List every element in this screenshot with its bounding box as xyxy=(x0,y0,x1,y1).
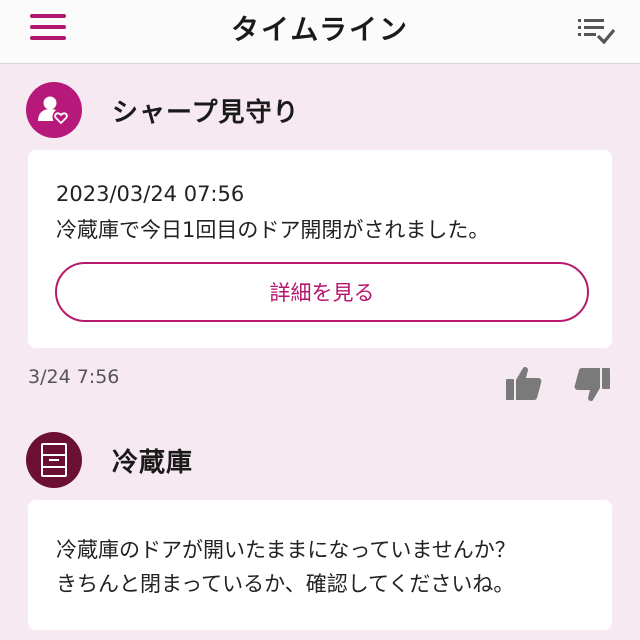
page-title: タイムライン xyxy=(230,13,410,46)
notification-message-line: きちんと閉まっているか、確認してくださいね。 xyxy=(56,572,515,596)
checklist-icon[interactable] xyxy=(574,12,618,48)
notification-message-line: 冷蔵庫のドアが開いたままになっていませんか？ xyxy=(56,538,516,562)
notification-datetime: 2023/03/24 07:56 xyxy=(56,182,245,206)
refrigerator-icon xyxy=(26,432,82,488)
source-name: シャープ見守り xyxy=(112,98,300,128)
post-timestamp: 3/24 7:56 xyxy=(28,366,120,388)
thumbs-down-icon[interactable] xyxy=(572,364,612,404)
notification-card: 2023/03/24 07:56 冷蔵庫で今日1回目のドア開閉がされました。 詳… xyxy=(28,150,612,348)
person-heart-icon xyxy=(26,82,82,138)
thumbs-up-icon[interactable] xyxy=(504,364,544,404)
notification-card: 冷蔵庫のドアが開いたままになっていませんか？ きちんと閉まっているか、確認してく… xyxy=(28,500,612,630)
view-details-button[interactable]: 詳細を見る xyxy=(55,262,589,322)
notification-message: 冷蔵庫で今日1回目のドア開閉がされました。 xyxy=(56,218,490,242)
timeline-source-header: 冷蔵庫 xyxy=(26,432,586,488)
timeline-source-header: シャープ見守り xyxy=(26,82,586,138)
source-name: 冷蔵庫 xyxy=(112,448,194,478)
app-bar: タイムライン xyxy=(0,0,640,64)
